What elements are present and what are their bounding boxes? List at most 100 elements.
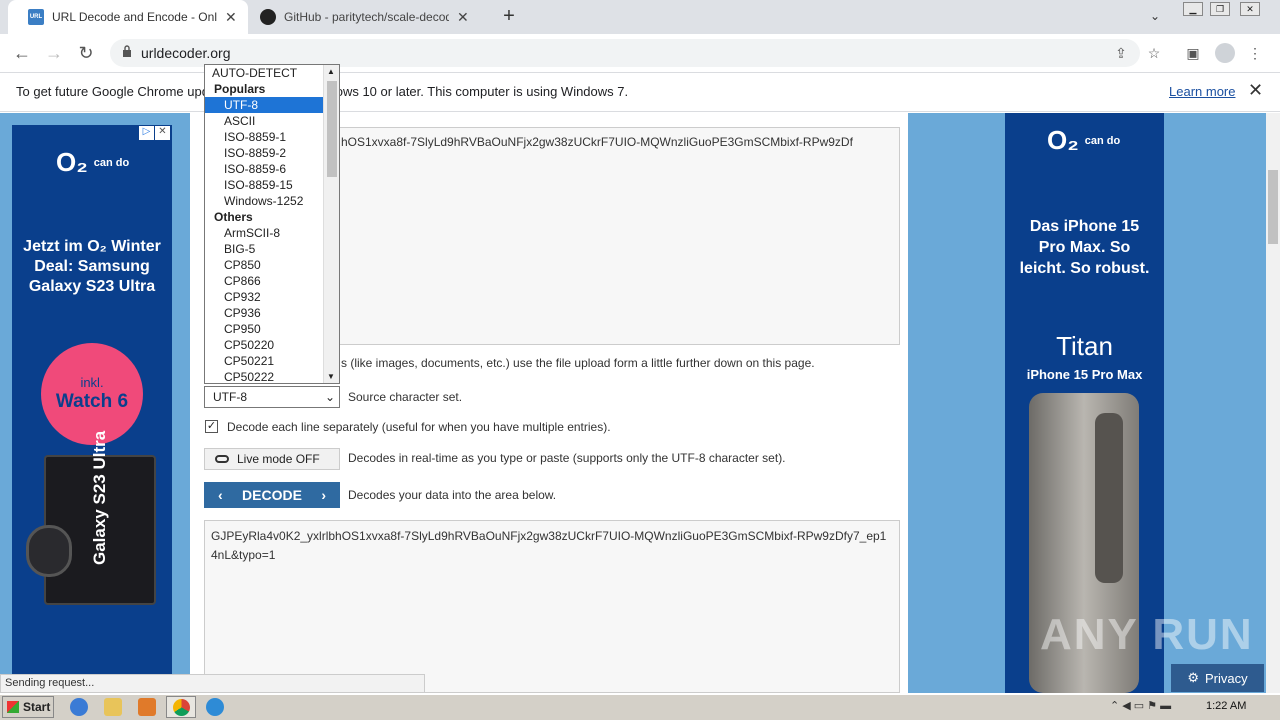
option-ascii[interactable]: ASCII — [205, 113, 323, 129]
right-ad-banner[interactable]: O₂ can do Das iPhone 15 Pro Max. So leich… — [1005, 113, 1164, 693]
ad-close-icon[interactable]: ✕ — [155, 126, 170, 140]
tab-search-chevron-icon[interactable]: ⌄ — [1150, 9, 1160, 23]
chevron-right-icon: › — [321, 487, 326, 503]
decode-description: Decodes your data into the area below. — [348, 488, 557, 502]
tab-title: URL Decode and Encode - Online — [52, 10, 217, 24]
profile-avatar-icon[interactable] — [1215, 43, 1235, 63]
chevron-down-icon: ⌄ — [324, 390, 335, 404]
option-armscii-8[interactable]: ArmSCII-8 — [205, 225, 323, 241]
taskbar-clock: 1:22 AM — [1206, 700, 1247, 712]
left-ad-banner[interactable]: ▷ ✕ O₂ can do Jetzt im O₂ Winter Deal: Sa… — [12, 125, 172, 693]
decode-label: DECODE — [242, 487, 302, 503]
status-bar: Sending request... — [0, 674, 425, 693]
bookmark-star-icon[interactable]: ☆ — [1145, 44, 1163, 62]
option-cp50220[interactable]: CP50220 — [205, 337, 323, 353]
charset-select-value: UTF-8 — [213, 390, 247, 404]
more-menu-icon[interactable]: ⋮ — [1246, 44, 1264, 62]
forward-arrow-icon[interactable]: → — [44, 43, 64, 63]
decode-each-line-label: Decode each line separately (useful for … — [227, 420, 611, 434]
live-mode-description: Decodes in real-time as you type or past… — [348, 451, 786, 465]
share-icon[interactable]: ⇪ — [1112, 44, 1130, 62]
privacy-button[interactable]: ⚙ Privacy — [1171, 664, 1264, 692]
group-others: Others — [214, 210, 253, 224]
infobar-close-icon[interactable]: ✕ — [1248, 80, 1263, 101]
chevron-left-icon: ‹ — [218, 487, 223, 503]
option-auto-detect[interactable]: AUTO-DETECT — [205, 65, 323, 81]
url-text[interactable]: urldecoder.org — [141, 45, 231, 61]
close-tab-icon[interactable]: ✕ — [225, 9, 237, 26]
media-player-taskbar-icon[interactable] — [138, 698, 156, 716]
charset-select[interactable]: UTF-8 ⌄ — [204, 386, 340, 408]
charset-dropdown-list[interactable]: AUTO-DETECT Populars UTF-8 ASCII ISO-885… — [204, 64, 340, 384]
anyrun-watermark: ANY RUN — [1040, 610, 1254, 659]
toggle-icon — [215, 455, 229, 463]
right-ad-product-sub: iPhone 15 Pro Max — [1026, 367, 1143, 382]
privacy-label: Privacy — [1205, 670, 1248, 686]
restore-icon[interactable]: ❐ — [1210, 2, 1230, 16]
page-scroll-thumb[interactable] — [1268, 170, 1278, 244]
tab-title: GitHub - paritytech/scale-decode: De — [284, 10, 449, 24]
file-upload-hint: s (like images, documents, etc.) use the… — [341, 356, 815, 370]
gear-icon: ⚙ — [1187, 670, 1200, 685]
windows-logo-icon — [7, 701, 19, 713]
explorer-taskbar-icon[interactable] — [104, 698, 122, 716]
option-iso-8859-15[interactable]: ISO-8859-15 — [205, 177, 323, 193]
option-iso-8859-6[interactable]: ISO-8859-6 — [205, 161, 323, 177]
option-cp932[interactable]: CP932 — [205, 289, 323, 305]
decode-each-line-checkbox[interactable]: ✓ — [205, 420, 218, 433]
option-utf-8[interactable]: UTF-8 — [205, 97, 323, 113]
chrome-icon — [173, 699, 190, 716]
group-populars: Populars — [214, 82, 266, 96]
minimize-icon[interactable]: ▁ — [1183, 2, 1203, 16]
live-mode-label: Live mode OFF — [237, 452, 320, 466]
tray-icons[interactable]: ⌃ ◀ ▭ ⚑ ▬ — [1110, 699, 1171, 712]
start-label: Start — [23, 700, 51, 714]
option-cp50221[interactable]: CP50221 — [205, 353, 323, 369]
back-arrow-icon[interactable]: ← — [12, 43, 32, 63]
ie-taskbar-icon[interactable] — [70, 698, 88, 716]
github-favicon-icon — [260, 9, 276, 25]
galaxy-watch-image — [26, 525, 72, 577]
decoded-output-textarea[interactable]: GJPEyRla4v0K2_yxlrlbhOS1xvxa8f-7SlyLd9hR… — [204, 520, 900, 693]
phone-text: Galaxy S23 Ultra — [90, 430, 109, 565]
scroll-down-icon[interactable]: ▼ — [327, 372, 335, 381]
right-ad-product: Titan — [1056, 331, 1113, 361]
new-tab-button[interactable]: + — [498, 6, 520, 28]
address-bar[interactable] — [110, 39, 1140, 67]
decode-button[interactable]: ‹ DECODE › — [204, 482, 340, 508]
chrome-taskbar-button[interactable] — [166, 696, 196, 718]
lock-icon — [123, 45, 131, 57]
option-iso-8859-1[interactable]: ISO-8859-1 — [205, 129, 323, 145]
adchoices-icon[interactable]: ▷ — [139, 126, 154, 140]
option-cp850[interactable]: CP850 — [205, 257, 323, 273]
charset-label: Source character set. — [348, 390, 463, 404]
badge-bottom-text: Watch 6 — [55, 391, 129, 412]
o2-logo: O₂ can do — [56, 147, 130, 177]
start-button[interactable]: Start — [2, 696, 54, 718]
option-big-5[interactable]: BIG-5 — [205, 241, 323, 257]
tab-github[interactable]: GitHub - paritytech/scale-decode: De ✕ — [248, 0, 488, 34]
option-cp950[interactable]: CP950 — [205, 321, 323, 337]
urldecoder-favicon-icon: URL — [28, 9, 44, 25]
right-ad-headline: Das iPhone 15 Pro Max. So leicht. So rob… — [1019, 218, 1150, 277]
badge-top-text: inkl. — [80, 375, 104, 390]
dropdown-scrollbar[interactable]: ▲ ▼ — [323, 65, 339, 383]
option-cp936[interactable]: CP936 — [205, 305, 323, 321]
iphone-camera-image — [1095, 413, 1123, 583]
dropdown-scroll-thumb[interactable] — [327, 81, 337, 177]
live-mode-toggle[interactable]: Live mode OFF — [204, 448, 340, 470]
side-panel-icon[interactable]: ▣ — [1184, 44, 1202, 62]
option-cp866[interactable]: CP866 — [205, 273, 323, 289]
tab-urldecoder[interactable]: URL URL Decode and Encode - Online ✕ — [8, 0, 248, 34]
option-iso-8859-2[interactable]: ISO-8859-2 — [205, 145, 323, 161]
edge-taskbar-icon[interactable] — [206, 698, 224, 716]
close-tab-icon[interactable]: ✕ — [457, 9, 469, 26]
learn-more-link[interactable]: Learn more — [1169, 84, 1235, 99]
encoded-input-text: hOS1xvxa8f-7SlyLd9hRVBaOuNFjx2gw38zUCkrF… — [341, 135, 853, 149]
close-window-icon[interactable]: ✕ — [1240, 2, 1260, 16]
option-windows-1252[interactable]: Windows-1252 — [205, 193, 323, 209]
o2-logo: O₂ can do — [1047, 125, 1121, 155]
option-cp50222[interactable]: CP50222 — [205, 369, 323, 383]
reload-icon[interactable]: ↻ — [76, 43, 96, 63]
scroll-up-icon[interactable]: ▲ — [327, 67, 335, 76]
